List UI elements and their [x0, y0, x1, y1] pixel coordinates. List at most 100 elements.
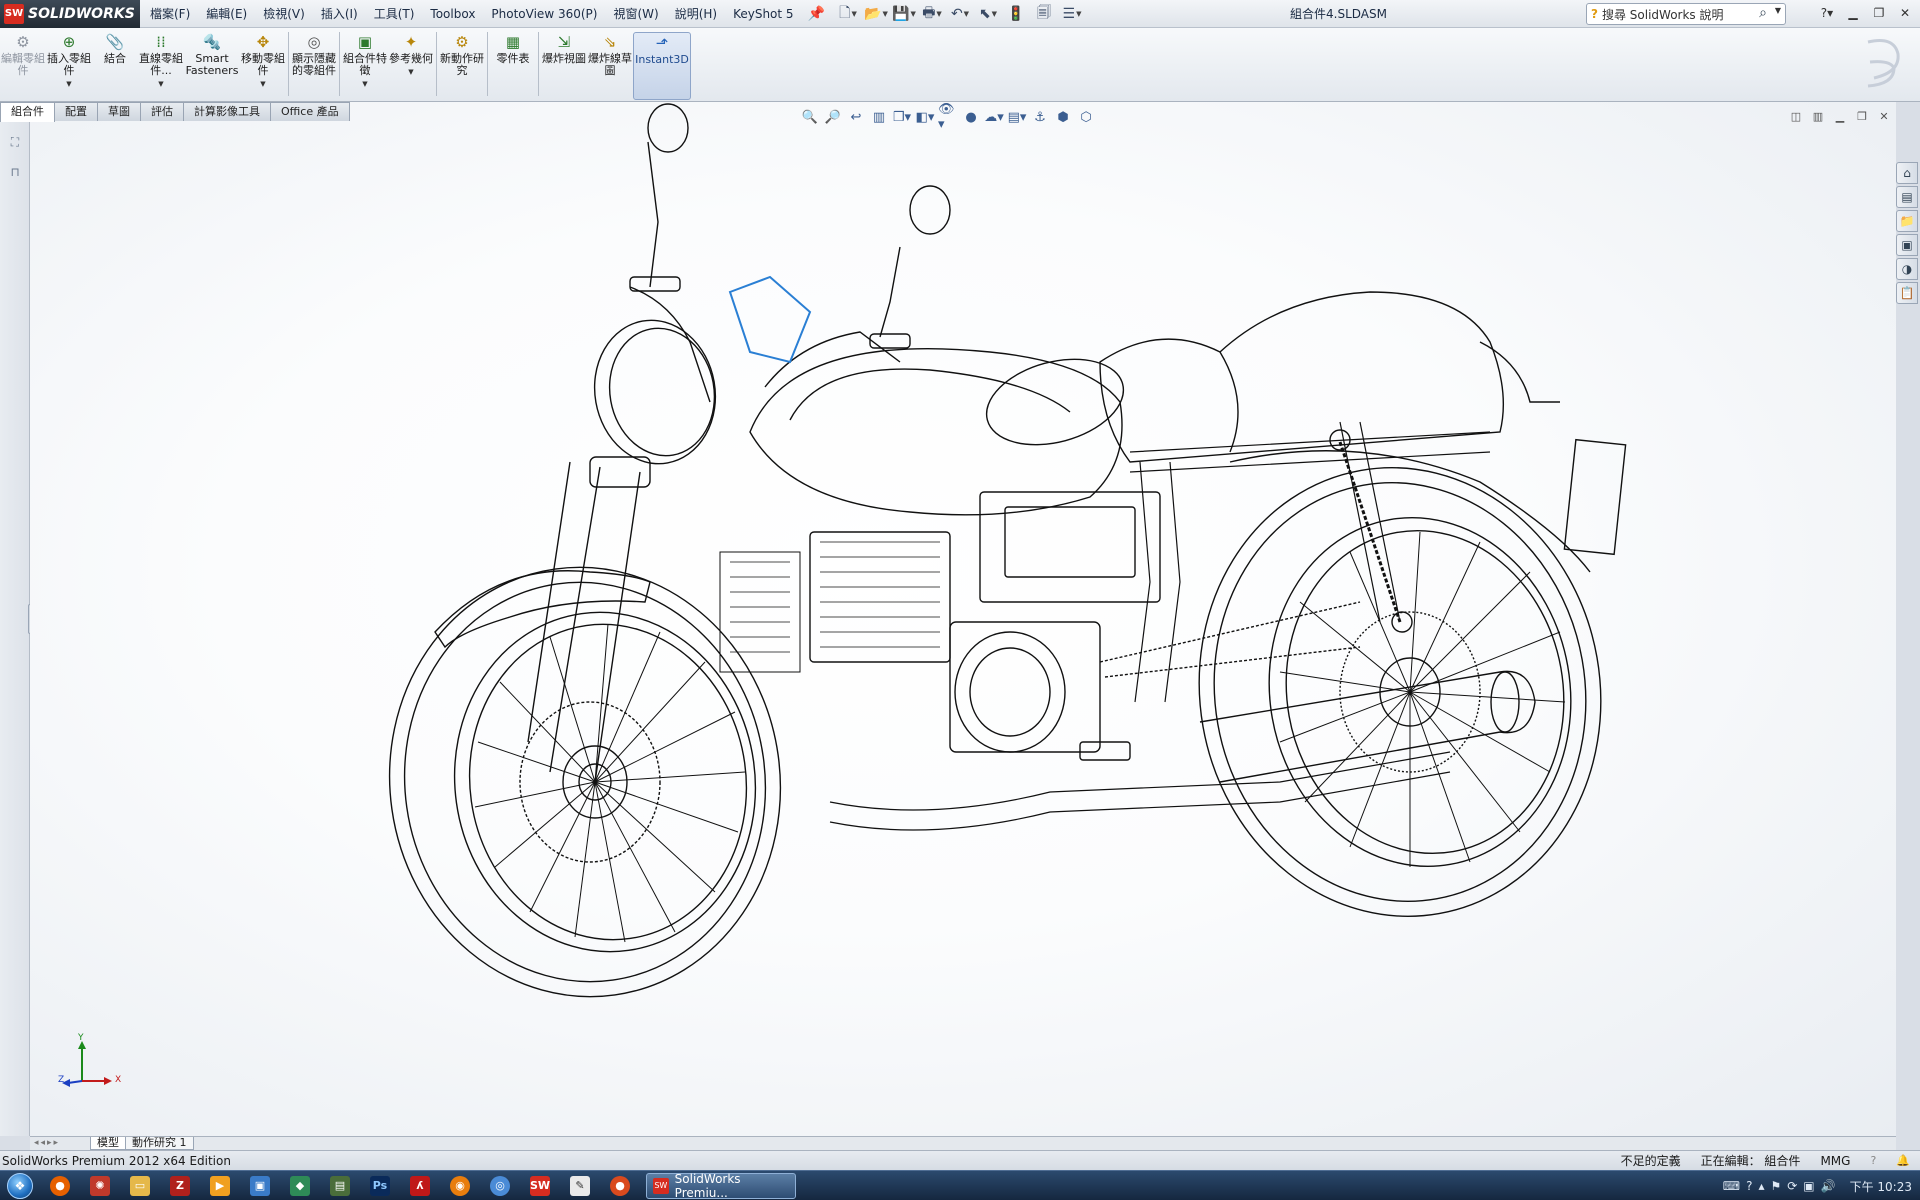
- explorer-taskbar-icon[interactable]: ▭: [120, 1172, 160, 1200]
- status-help-icon[interactable]: ?: [1860, 1154, 1886, 1167]
- notepad-taskbar-icon[interactable]: ✎: [560, 1172, 600, 1200]
- tab-layout[interactable]: 配置: [54, 102, 98, 121]
- sketchup-taskbar-icon[interactable]: ◆: [280, 1172, 320, 1200]
- exploded-view-button[interactable]: ⇲ 爆炸視圖: [541, 32, 587, 65]
- reference-geometry-button[interactable]: ✦ 參考幾何 ▼: [388, 32, 434, 78]
- print-icon[interactable]: 🖶 ▼: [919, 3, 945, 25]
- close-icon[interactable]: ✕: [1894, 3, 1916, 23]
- menu-file[interactable]: 檔案(F): [142, 0, 198, 28]
- select-icon[interactable]: ⬉ ▼: [975, 3, 1001, 25]
- tab-render-tools[interactable]: 計算影像工具: [183, 102, 271, 121]
- view-palette-icon[interactable]: ▣: [1896, 234, 1918, 256]
- insert-component-button[interactable]: ⊕ 插入零組件 ▼: [46, 32, 92, 90]
- menu-photoview[interactable]: PhotoView 360(P): [483, 0, 605, 28]
- units-status[interactable]: MMG: [1810, 1154, 1860, 1168]
- chevron-down-icon[interactable]: ▼: [260, 78, 265, 90]
- bom-button[interactable]: ▦ 零件表: [490, 32, 536, 65]
- new-document-icon[interactable]: 🗋 ▼: [835, 3, 861, 25]
- tray-chevron-icon[interactable]: ▴: [1758, 1179, 1764, 1193]
- network-icon[interactable]: ▣: [1803, 1179, 1814, 1193]
- explode-line-sketch-button[interactable]: ⇘ 爆炸線草圖: [587, 32, 633, 77]
- start-button[interactable]: ❖: [0, 1171, 40, 1200]
- front-fender[interactable]: [434, 570, 651, 649]
- solidworks-taskbar-icon[interactable]: SW: [520, 1172, 560, 1200]
- exhaust-pipe[interactable]: [1199, 670, 1536, 783]
- menu-toolbox[interactable]: Toolbox: [422, 0, 483, 28]
- chrome-taskbar-icon[interactable]: ◎: [480, 1172, 520, 1200]
- restore-icon[interactable]: ❐: [1868, 3, 1890, 23]
- chevron-down-icon[interactable]: ▼: [362, 78, 367, 90]
- tab-assembly[interactable]: 組合件: [0, 102, 55, 122]
- front-wheel[interactable]: [362, 542, 808, 1022]
- instant3d-button[interactable]: ⬏ Instant3D: [633, 32, 691, 100]
- move-component-button[interactable]: ✥ 移動零組件 ▼: [240, 32, 286, 90]
- rebuild-icon[interactable]: 🚦: [1003, 3, 1029, 25]
- acrobat-taskbar-icon[interactable]: ʎ: [400, 1172, 440, 1200]
- search-icon[interactable]: ⌕: [1759, 5, 1767, 21]
- media-player-taskbar-icon[interactable]: ▶: [200, 1172, 240, 1200]
- headlight[interactable]: [583, 311, 726, 474]
- pin-menu-icon[interactable]: 📌: [802, 0, 831, 28]
- remote-desktop-taskbar-icon[interactable]: ▣: [240, 1172, 280, 1200]
- undo-icon[interactable]: ↶ ▼: [947, 3, 973, 25]
- graphics-area[interactable]: 🔍 🔎 ↩ ▥ ❒▾ ◧▾ 👁▾ ● ☁▾ ▤▾ ⚓ ⬢ ⬡ ◫ ▥ ▁ ❐ ✕: [30, 102, 1896, 1136]
- custom-properties-icon[interactable]: 📋: [1896, 282, 1918, 304]
- solidworks-logo[interactable]: SW SOLIDWORKS: [0, 0, 140, 28]
- handlebar[interactable]: [629, 103, 951, 403]
- design-library-icon[interactable]: ▤: [1896, 186, 1918, 208]
- assembly-features-button[interactable]: ▣ 組合件特徵 ▼: [342, 32, 388, 90]
- selected-part-outline[interactable]: [728, 275, 812, 364]
- filezilla-taskbar-icon[interactable]: Z: [160, 1172, 200, 1200]
- menu-insert[interactable]: 插入(I): [313, 0, 366, 28]
- search-dropdown-icon[interactable]: ▼: [1775, 6, 1781, 15]
- appearances-icon[interactable]: ◑: [1896, 258, 1918, 280]
- tab-scroll-arrows-icon[interactable]: ◂◂▸▸: [30, 1138, 90, 1150]
- tab-evaluate[interactable]: 評估: [140, 102, 184, 121]
- help-search-box[interactable]: ? 搜尋 SolidWorks 說明 ⌕ ▼: [1586, 3, 1786, 25]
- minimize-icon[interactable]: ▁: [1842, 3, 1864, 23]
- rebuild-status-icon[interactable]: 🔔: [1886, 1154, 1920, 1167]
- file-properties-icon[interactable]: 🗐: [1031, 3, 1057, 25]
- tray-help-icon[interactable]: ?: [1746, 1179, 1752, 1193]
- show-hidden-button[interactable]: ◎ 顯示隱藏的零組件: [291, 32, 337, 77]
- file-explorer-icon[interactable]: 📁: [1896, 210, 1918, 232]
- save-icon[interactable]: 💾 ▼: [891, 3, 917, 25]
- motion-study-button[interactable]: ⚙ 新動作研究: [439, 32, 485, 77]
- seat[interactable]: [1099, 291, 1627, 556]
- fuel-tank[interactable]: [749, 345, 1133, 516]
- menu-edit[interactable]: 編輯(E): [198, 0, 255, 28]
- solidworks-window-button[interactable]: SW SolidWorks Premiu...: [646, 1172, 796, 1200]
- firefox-taskbar-icon[interactable]: ●: [40, 1172, 80, 1200]
- options-icon[interactable]: ☰ ▼: [1059, 3, 1085, 25]
- update-icon[interactable]: ⟳: [1787, 1179, 1797, 1193]
- tab-model[interactable]: 模型: [90, 1137, 126, 1150]
- menu-tools[interactable]: 工具(T): [366, 0, 423, 28]
- blender-taskbar-icon[interactable]: ◉: [440, 1172, 480, 1200]
- help-icon[interactable]: ?▾: [1816, 3, 1838, 23]
- solidworks-resources-icon[interactable]: ⌂: [1896, 162, 1918, 184]
- tab-motion-study[interactable]: 動作研究 1: [125, 1137, 194, 1150]
- footpeg[interactable]: [1079, 741, 1131, 761]
- chevron-down-icon[interactable]: ▼: [408, 66, 413, 78]
- photoshop-taskbar-icon[interactable]: Ps: [360, 1172, 400, 1200]
- keyboard-icon[interactable]: ⌨: [1723, 1179, 1740, 1193]
- edit-component-button[interactable]: ⚙ 編輯零組件: [0, 32, 46, 77]
- rear-wheel[interactable]: [1164, 436, 1636, 949]
- motorcycle-model[interactable]: [30, 102, 1896, 1136]
- mate-button[interactable]: 📎 結合: [92, 32, 138, 65]
- engine[interactable]: [719, 491, 1161, 753]
- menu-help[interactable]: 說明(H): [667, 0, 725, 28]
- feature-tree-icon[interactable]: ⛶: [5, 132, 25, 152]
- smart-fasteners-button[interactable]: 🔩 Smart Fasteners: [184, 32, 240, 77]
- taskbar-clock[interactable]: 下午 10:23: [1850, 1178, 1912, 1195]
- monitor-taskbar-icon[interactable]: ▤: [320, 1172, 360, 1200]
- chevron-down-icon[interactable]: ▼: [158, 78, 163, 90]
- property-manager-icon[interactable]: ⊓: [5, 162, 25, 182]
- keyshot-taskbar-icon[interactable]: ●: [600, 1172, 640, 1200]
- menu-window[interactable]: 視窗(W): [605, 0, 666, 28]
- menu-view[interactable]: 檢視(V): [255, 0, 313, 28]
- linear-pattern-button[interactable]: ⁞⁞ 直線零組件... ▼: [138, 32, 184, 90]
- action-center-flag-icon[interactable]: ⚑: [1770, 1179, 1781, 1193]
- tab-sketch[interactable]: 草圖: [97, 102, 141, 121]
- front-fork[interactable]: [527, 456, 651, 783]
